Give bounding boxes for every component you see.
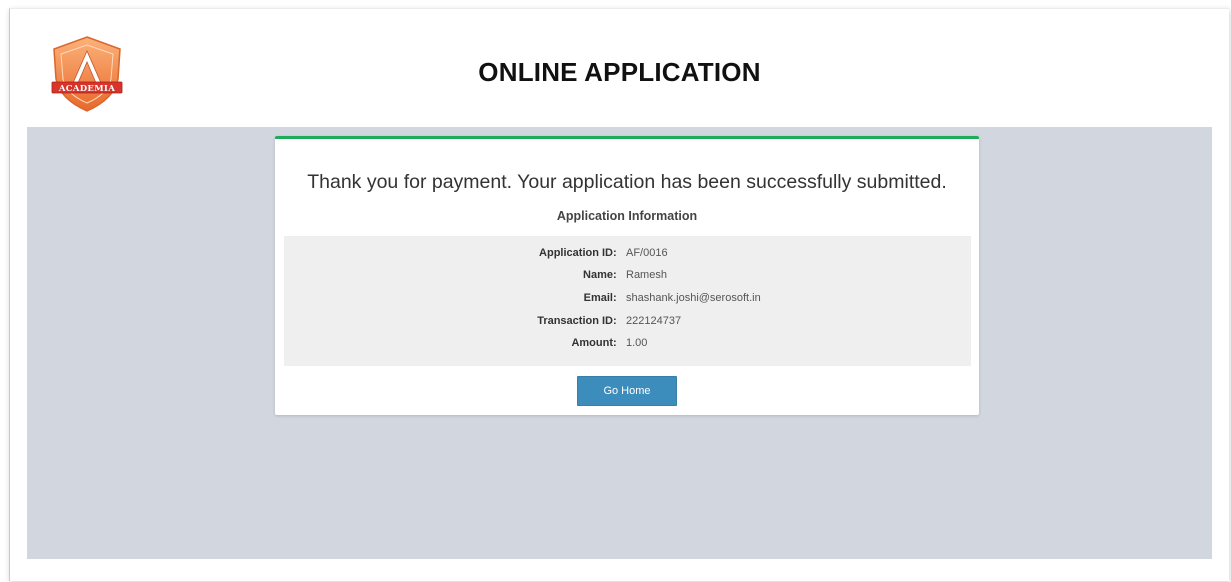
info-value: 1.00 xyxy=(626,337,648,349)
info-separator: : xyxy=(613,337,617,349)
info-row-email: Email : shashank.joshi@serosoft.in xyxy=(284,292,971,310)
info-label: Amount xyxy=(571,337,613,349)
content-area: Thank you for payment. Your application … xyxy=(27,127,1212,559)
application-info-box: Application ID : AF/0016 Name : Ramesh E… xyxy=(284,236,971,366)
info-row-name: Name : Ramesh xyxy=(284,269,971,287)
go-home-button[interactable]: Go Home xyxy=(577,376,677,406)
page-header: ACADEMIA ONLINE APPLICATION xyxy=(10,9,1229,127)
info-row-application-id: Application ID : AF/0016 xyxy=(284,247,971,265)
success-message: Thank you for payment. Your application … xyxy=(307,171,947,193)
info-label: Transaction ID xyxy=(537,315,613,327)
application-info-heading: Application Information xyxy=(556,209,698,223)
info-separator: : xyxy=(613,247,617,259)
info-value: Ramesh xyxy=(626,269,667,281)
info-value: AF/0016 xyxy=(626,247,668,259)
info-separator: : xyxy=(613,292,617,304)
app-frame: ACADEMIA ONLINE APPLICATION Thank you fo… xyxy=(9,8,1229,581)
confirmation-card: Thank you for payment. Your application … xyxy=(275,136,979,415)
info-row-amount: Amount : 1.00 xyxy=(284,337,971,355)
info-label: Name xyxy=(583,269,613,281)
info-separator: : xyxy=(613,315,617,327)
page-title: ONLINE APPLICATION xyxy=(478,57,761,87)
info-separator: : xyxy=(613,269,617,281)
info-label: Email xyxy=(583,292,613,304)
info-label: Application ID xyxy=(539,247,613,259)
info-value: shashank.joshi@serosoft.in xyxy=(626,292,761,304)
info-row-transaction-id: Transaction ID : 222124737 xyxy=(284,315,971,333)
info-value: 222124737 xyxy=(626,315,682,327)
